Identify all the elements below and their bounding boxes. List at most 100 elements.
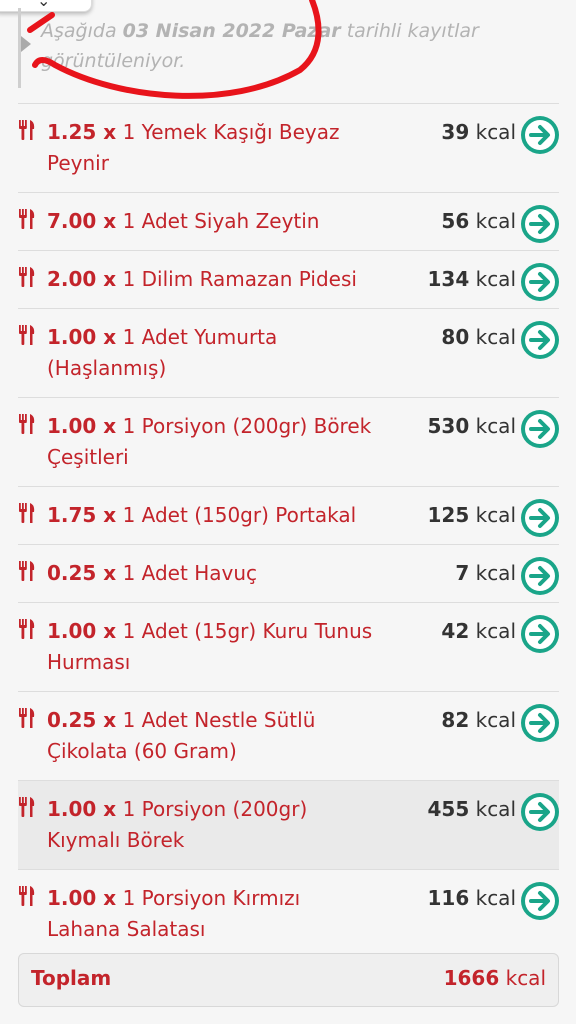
food-entry-qty: 1.00 x [47,886,117,910]
kcal-unit: kcal [469,886,516,910]
food-entry-name: 7.00 x 1 Adet Siyah Zeytin [47,206,377,237]
total-kcal-unit: kcal [499,966,546,990]
total-value: 1666 kcal [444,966,546,990]
kcal-value: 56 [441,209,470,233]
food-entry-qty: 1.00 x [47,619,117,643]
fork-knife-icon [19,414,35,434]
arrow-right-icon [525,561,555,591]
food-entry-qty: 0.25 x [47,708,117,732]
go-button[interactable] [521,704,559,742]
food-entry-kcal: 116 kcal [428,883,517,914]
go-button[interactable] [521,793,559,831]
fork-knife-icon [19,561,35,581]
go-button[interactable] [521,615,559,653]
total-bar: Toplam 1666 kcal [18,953,559,1007]
kcal-value: 7 [455,561,470,585]
food-entry-name: 1.75 x 1 Adet (150gr) Portakal [47,500,377,531]
kcal-unit: kcal [469,120,516,144]
food-entry-row[interactable]: 7.00 x 1 Adet Siyah Zeytin 56 kcal [18,192,559,250]
info-prefix: Aşağıda [41,20,123,42]
arrow-right-icon [525,209,555,239]
food-entry-kcal: 455 kcal [428,794,517,825]
food-entry-desc: 1 Adet Siyah Zeytin [116,209,320,233]
food-entry-qty: 1.25 x [47,120,117,144]
food-entry-name: 1.25 x 1 Yemek Kaşığı Beyaz Peynir [47,117,377,179]
kcal-unit: kcal [469,209,516,233]
food-entry-kcal: 530 kcal [428,411,517,442]
kcal-value: 116 [427,886,470,910]
go-button[interactable] [521,882,559,920]
kcal-unit: kcal [469,619,516,643]
food-entry-name: 1.00 x 1 Adet Yumurta (Haşlanmış) [47,322,377,384]
go-button[interactable] [521,410,559,448]
food-entry-row[interactable]: 0.25 x 1 Adet Nestle Sütlü Çikolata (60 … [18,691,559,780]
fork-knife-icon [19,325,35,345]
go-button[interactable] [521,116,559,154]
food-entry-kcal: 134 kcal [428,264,517,295]
food-entry-row[interactable]: 1.00 x 1 Adet Yumurta (Haşlanmış) 80 kca… [18,308,559,397]
food-entry-row[interactable]: 1.00 x 1 Adet (15gr) Kuru Tunus Hurması … [18,602,559,691]
food-entry-name: 0.25 x 1 Adet Havuç [47,558,377,589]
go-button[interactable] [521,205,559,243]
food-entry-name: 2.00 x 1 Dilim Ramazan Pidesi [47,264,377,295]
food-entry-desc: 1 Adet Havuç [116,561,257,585]
fork-knife-icon [19,209,35,229]
food-entry-qty: 2.00 x [47,267,117,291]
kcal-unit: kcal [469,708,516,732]
food-entry-name: 0.25 x 1 Adet Nestle Sütlü Çikolata (60 … [47,705,377,767]
fork-knife-icon [19,886,35,906]
food-entry-list: 1.25 x 1 Yemek Kaşığı Beyaz Peynir 39 kc… [18,103,559,959]
food-entry-qty: 1.75 x [47,503,117,527]
arrow-right-icon [525,414,555,444]
food-entry-desc: 1 Adet (150gr) Portakal [116,503,357,527]
food-entry-kcal: 82 kcal [441,705,516,736]
info-date: 03 Nisan 2022 Pazar [122,20,341,42]
kcal-unit: kcal [469,267,516,291]
kcal-value: 39 [441,120,470,144]
food-entry-qty: 1.00 x [47,325,117,349]
date-info-box: Aşağıda 03 Nisan 2022 Pazar tarihli kayı… [18,8,541,88]
go-button[interactable] [521,321,559,359]
food-entry-desc: 1 Dilim Ramazan Pidesi [116,267,357,291]
kcal-value: 125 [427,503,470,527]
food-entry-kcal: 7 kcal [455,558,516,589]
kcal-unit: kcal [469,414,516,438]
kcal-value: 82 [441,708,470,732]
food-entry-row[interactable]: 2.00 x 1 Dilim Ramazan Pidesi 134 kcal [18,250,559,308]
food-entry-kcal: 39 kcal [441,117,516,148]
fork-knife-icon [19,503,35,523]
fork-knife-icon [19,120,35,140]
kcal-unit: kcal [469,325,516,349]
fork-knife-icon [19,267,35,287]
arrow-right-icon [525,267,555,297]
food-entry-kcal: 56 kcal [441,206,516,237]
food-entry-row[interactable]: 1.00 x 1 Porsiyon Kırmızı Lahana Salatas… [18,869,559,959]
go-button[interactable] [521,263,559,301]
arrow-right-icon [525,619,555,649]
food-entry-name: 1.00 x 1 Adet (15gr) Kuru Tunus Hurması [47,616,377,678]
arrow-right-icon [525,886,555,916]
pointer-triangle-icon [21,36,31,52]
arrow-right-icon [525,120,555,150]
go-button[interactable] [521,557,559,595]
food-entry-qty: 0.25 x [47,561,117,585]
kcal-unit: kcal [469,797,516,821]
fork-knife-icon [19,708,35,728]
fork-knife-icon [19,797,35,817]
kcal-unit: kcal [469,561,516,585]
food-entry-row[interactable]: 1.00 x 1 Porsiyon (200gr) Börek Çeşitler… [18,397,559,486]
food-entry-row[interactable]: 1.25 x 1 Yemek Kaşığı Beyaz Peynir 39 kc… [18,103,559,192]
food-entry-row[interactable]: 1.00 x 1 Porsiyon (200gr) Kıymalı Börek … [18,780,559,869]
go-button[interactable] [521,499,559,537]
food-entry-qty: 1.00 x [47,414,117,438]
food-entry-kcal: 42 kcal [441,616,516,647]
kcal-unit: kcal [469,503,516,527]
arrow-right-icon [525,797,555,827]
kcal-value: 455 [427,797,470,821]
food-entry-row[interactable]: 1.75 x 1 Adet (150gr) Portakal 125 kcal [18,486,559,544]
food-entry-row[interactable]: 0.25 x 1 Adet Havuç 7 kcal [18,544,559,602]
fork-knife-icon [19,619,35,639]
kcal-value: 530 [427,414,470,438]
food-entry-kcal: 125 kcal [428,500,517,531]
food-entry-name: 1.00 x 1 Porsiyon (200gr) Kıymalı Börek [47,794,377,856]
